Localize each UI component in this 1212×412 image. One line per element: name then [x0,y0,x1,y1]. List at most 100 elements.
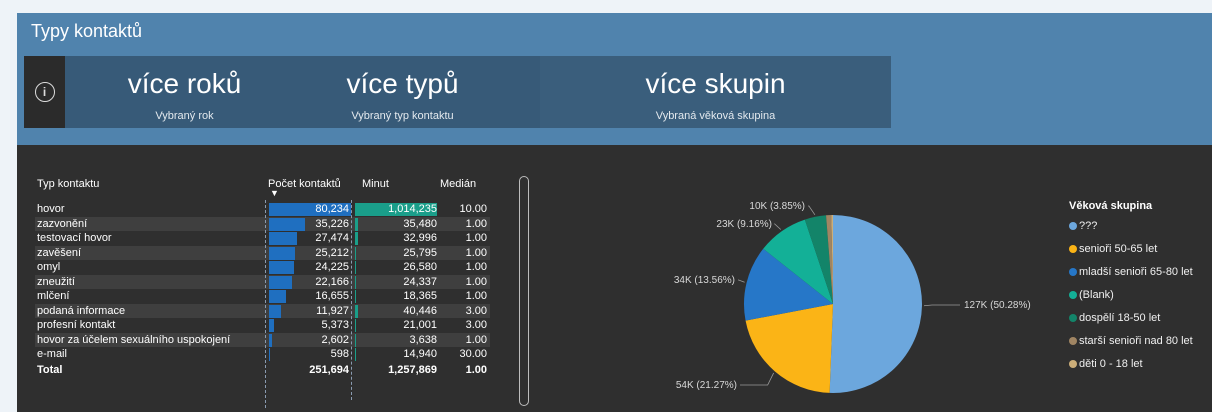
cell-contact-type: mlčení [37,290,70,302]
pie-leader-line [808,205,816,216]
legend-item[interactable]: senioři 50-65 let [1069,243,1193,266]
cell-minutes: 40,446 [403,304,437,317]
cell-count: 16,655 [315,290,349,302]
cell-median: 10.00 [459,203,487,215]
table-row[interactable]: hovor za účelem sexuálního uspokojení 2,6… [35,332,490,347]
total-count: 251,694 [309,363,349,376]
cell-median: 1.00 [465,290,487,302]
column-divider [265,200,266,408]
cell-contact-type: hovor [37,203,65,215]
card-selected-age-group: více skupin Vybraná věková skupina [540,56,891,128]
table-row[interactable]: zneužití 22,166 24,337 1.00 [35,274,490,289]
legend-items: ??? senioři 50-65 let mladší senioři 65-80… [1069,220,1193,381]
cell-minutes: 3,638 [409,333,437,346]
cell-count: 25,212 [315,246,349,259]
legend-item[interactable]: dospělí 18-50 let [1069,312,1193,335]
legend-label: starší senioři nad 80 let [1079,335,1193,347]
info-button[interactable]: i [24,56,65,128]
legend-dot-icon [1069,268,1077,276]
pie-leader-line [923,304,960,307]
table-row[interactable]: testovací hovor 27,474 32,996 1.00 [35,231,490,245]
cell-minutes: 35,480 [403,217,437,230]
table-row[interactable]: hovor 80,234 1,014,235 10.00 [35,202,490,216]
cell-minutes: 24,337 [403,275,437,288]
cell-count: 80,234 [315,203,349,215]
table-scrollbar[interactable] [519,176,529,406]
cell-median: 1.00 [465,261,487,273]
cell-minutes: 21,001 [403,319,437,331]
legend-label: dospělí 18-50 let [1079,312,1161,324]
info-icon: i [34,82,55,102]
total-minutes: 1,257,869 [388,363,437,376]
cell-median: 1.00 [465,217,487,230]
column-divider [351,200,352,400]
legend-item[interactable]: starší senioři nad 80 let [1069,335,1193,358]
sort-down-icon[interactable]: ▼ [270,188,279,198]
card-label: Vybraný typ kontaktu [351,110,454,122]
table-row[interactable]: e-mail 598 14,940 30.00 [35,347,490,361]
cell-count: 2,602 [321,333,349,346]
pie-data-label: 127K (50.28%) [964,300,1031,311]
cell-median: 1.00 [465,275,487,288]
cell-count: 22,166 [315,275,349,288]
cell-contact-type: podaná informace [37,304,126,317]
header-median[interactable]: Medián [440,178,476,190]
cell-minutes: 18,365 [403,290,437,302]
table-row[interactable]: mlčení 16,655 18,365 1.00 [35,289,490,303]
card-value: více skupin [645,68,786,99]
legend-dot-icon [1069,222,1077,230]
card-label: Vybraná věková skupina [655,110,776,122]
cell-median: 3.00 [465,319,487,331]
legend-label: děti 0 - 18 let [1079,358,1143,370]
cell-median: 1.00 [465,333,487,346]
header-contact-type[interactable]: Typ kontaktu [37,178,99,190]
legend-label: senioři 50-65 let [1079,243,1158,255]
legend-item[interactable]: ??? [1069,220,1193,243]
table-row[interactable]: podaná informace 11,927 40,446 3.00 [35,303,490,318]
table-total-row: Total 251,694 1,257,869 1.00 [35,363,490,377]
header-minutes[interactable]: Minut [362,178,389,190]
cell-minutes: 25,795 [403,246,437,259]
cell-contact-type: e-mail [37,348,67,360]
legend-dot-icon [1069,245,1077,253]
cell-contact-type: omyl [37,261,61,273]
cell-count: 35,226 [315,217,349,230]
legend-label: (Blank) [1079,289,1114,301]
report-frame: Typy kontaktů i více roků Vybraný rok ví… [17,13,1212,412]
cell-contact-type: testovací hovor [37,232,112,244]
pie-leader-line [740,372,775,386]
cell-contact-type: hovor za účelem sexuálního uspokojení [37,333,231,346]
legend-dot-icon [1069,337,1077,345]
card-selected-type: více typů Vybraný typ kontaktu [265,56,540,128]
pie-data-label: 34K (13.56%) [674,275,735,286]
pie-leader-line [738,279,745,283]
cell-count: 27,474 [315,232,349,244]
legend-item[interactable]: (Blank) [1069,289,1193,312]
pie-data-label: 10K (3.85%) [749,201,805,212]
chart-legend: Věková skupina ??? senioři 50-65 let mladš… [1069,200,1193,381]
page-title: Typy kontaktů [31,21,143,41]
cell-count: 598 [330,348,349,360]
legend-item[interactable]: děti 0 - 18 let [1069,358,1193,381]
legend-item[interactable]: mladší senioři 65-80 let [1069,266,1193,289]
pie-leader-line [773,223,782,230]
cell-minutes: 1,014,235 [388,203,437,215]
cell-count: 11,927 [316,304,349,317]
legend-label: ??? [1079,220,1098,232]
table-row[interactable]: zavěšení 25,212 25,795 1.00 [35,245,490,260]
cell-count: 5,373 [321,319,349,331]
cell-minutes: 14,940 [403,348,437,360]
cell-minutes: 32,996 [403,232,437,244]
table-row[interactable]: omyl 24,225 26,580 1.00 [35,260,490,274]
legend-title: Věková skupina [1069,200,1153,212]
total-median: 1.00 [465,363,487,376]
header-band: Typy kontaktů i více roků Vybraný rok ví… [17,13,1212,145]
table-row[interactable]: zazvonění 35,226 35,480 1.00 [35,216,490,231]
cell-contact-type: zavěšení [37,246,82,259]
legend-label: mladší senioři 65-80 let [1079,266,1193,278]
cell-contact-type: profesní kontakt [37,319,116,331]
table-row[interactable]: profesní kontakt 5,373 21,001 3.00 [35,318,490,332]
legend-dot-icon [1069,314,1077,322]
legend-dot-icon [1069,360,1077,368]
pie-slice[interactable] [829,215,923,393]
